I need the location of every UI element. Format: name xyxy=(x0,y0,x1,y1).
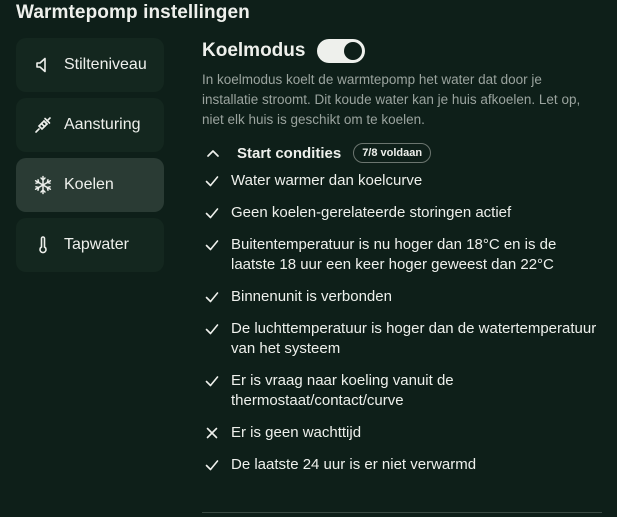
condition-item: Binnenunit is verbonden xyxy=(202,287,602,307)
condition-item: Buitentemperatuur is nu hoger dan 18°C e… xyxy=(202,235,602,275)
condition-text: Geen koelen-gerelateerde storingen actie… xyxy=(231,204,512,221)
check-icon xyxy=(205,376,219,387)
sidebar-item-label: Tapwater xyxy=(64,236,129,253)
cross-icon xyxy=(206,427,218,439)
sidebar-item-tapwater[interactable]: Tapwater xyxy=(16,218,164,272)
speaker-icon xyxy=(33,55,53,75)
thermometer-icon xyxy=(33,235,53,255)
cooling-mode-toggle[interactable] xyxy=(317,39,366,63)
cooling-mode-title: Koelmodus xyxy=(202,40,306,61)
chevron-up-icon[interactable] xyxy=(206,146,220,160)
check-icon xyxy=(205,240,219,251)
sidebar-item-label: Aansturing xyxy=(64,116,141,133)
cooling-mode-row: Koelmodus xyxy=(202,38,602,64)
check-icon xyxy=(205,460,219,471)
start-conditions-title: Start condities xyxy=(237,144,342,162)
condition-text: De laatste 24 uur is er niet verwarmd xyxy=(231,456,477,473)
check-icon xyxy=(205,292,219,303)
plug-icon xyxy=(33,115,53,135)
conditions-status-badge: 7/8 voldaan xyxy=(353,143,432,163)
sidebar-item-label: Stilteniveau xyxy=(64,56,147,73)
condition-text: Water warmer dan koelcurve xyxy=(231,172,423,189)
check-icon xyxy=(205,176,219,187)
condition-text: Er is geen wachttijd xyxy=(231,424,362,441)
sidebar-item-koelen[interactable]: Koelen xyxy=(16,158,164,212)
toggle-knob xyxy=(344,42,363,60)
condition-item: Water warmer dan koelcurve xyxy=(202,171,602,191)
page-title: Warmtepomp instellingen xyxy=(16,2,250,23)
sidebar-item-stilteniveau[interactable]: Stilteniveau xyxy=(16,38,164,92)
condition-item: Er is vraag naar koeling vanuit de therm… xyxy=(202,371,602,411)
condition-text: De luchttemperatuur is hoger dan de wate… xyxy=(231,320,597,357)
condition-item: De laatste 24 uur is er niet verwarmd xyxy=(202,455,602,475)
cooling-panel: Koelmodus In koelmodus koelt de warmtepo… xyxy=(202,38,602,487)
check-icon xyxy=(205,324,219,335)
sidebar-item-aansturing[interactable]: Aansturing xyxy=(16,98,164,152)
settings-sidebar: Stilteniveau Aansturing Koelen Tapwater xyxy=(16,38,164,278)
condition-text: Er is vraag naar koeling vanuit de therm… xyxy=(231,372,454,409)
condition-text: Binnenunit is verbonden xyxy=(231,288,392,305)
start-conditions-header[interactable]: Start condities 7/8 voldaan xyxy=(202,142,602,164)
cooling-mode-description: In koelmodus koelt de warmtepomp het wat… xyxy=(202,72,581,127)
condition-text: Buitentemperatuur is nu hoger dan 18°C e… xyxy=(231,236,557,273)
divider xyxy=(202,512,602,513)
sidebar-item-label: Koelen xyxy=(64,176,114,193)
check-icon xyxy=(205,208,219,219)
condition-item: De luchttemperatuur is hoger dan de wate… xyxy=(202,319,602,359)
snowflake-icon xyxy=(33,175,53,195)
condition-item: Geen koelen-gerelateerde storingen actie… xyxy=(202,203,602,223)
start-conditions-list: Water warmer dan koelcurve Geen koelen-ge… xyxy=(202,171,602,475)
condition-item: Er is geen wachttijd xyxy=(202,423,602,443)
